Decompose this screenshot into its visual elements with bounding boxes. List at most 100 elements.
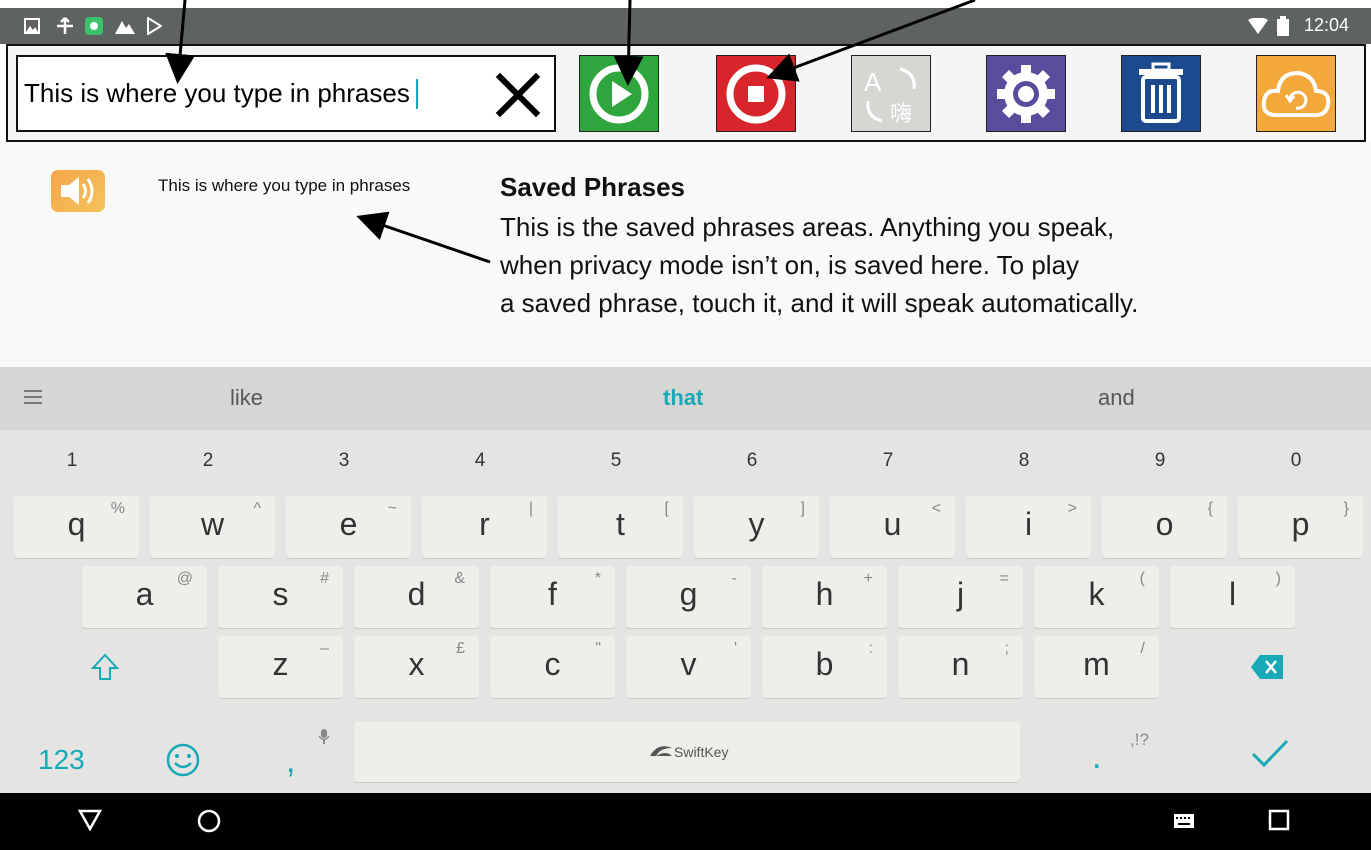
translate-button[interactable]: A 嗨 xyxy=(851,55,931,132)
number-key-8[interactable]: 8 xyxy=(1004,450,1044,472)
key-z[interactable]: z – xyxy=(218,636,343,698)
key-alt-label: } xyxy=(1343,500,1349,517)
keyboard-switch-icon[interactable] xyxy=(1173,813,1195,834)
menu-icon[interactable] xyxy=(24,389,42,410)
space-key[interactable]: SwiftKey xyxy=(354,722,1020,782)
key-p[interactable]: p} xyxy=(1238,496,1363,558)
numbers-key[interactable]: 123 xyxy=(38,744,85,776)
image-icon xyxy=(22,16,42,36)
settings-button[interactable] xyxy=(986,55,1066,132)
key-alt-label: ~ xyxy=(387,500,397,517)
key-label: v xyxy=(680,646,697,682)
suggestion-left[interactable]: like xyxy=(230,385,263,411)
number-key-9[interactable]: 9 xyxy=(1140,450,1180,472)
speaker-icon[interactable] xyxy=(51,170,105,212)
play-button[interactable] xyxy=(579,55,659,132)
text-cursor xyxy=(415,78,418,109)
key-alt-label: / xyxy=(1140,640,1145,657)
number-key-7[interactable]: 7 xyxy=(868,450,908,472)
home-icon[interactable] xyxy=(196,808,222,839)
key-alt-label: ( xyxy=(1139,570,1145,587)
trash-icon xyxy=(1139,62,1183,123)
emoji-icon[interactable] xyxy=(165,742,201,783)
key-b[interactable]: b: xyxy=(762,636,887,698)
saved-phrase-item[interactable]: This is where you type in phrases xyxy=(158,176,410,196)
key-alt-label: : xyxy=(868,640,873,657)
number-key-3[interactable]: 3 xyxy=(324,450,364,472)
nav-bar xyxy=(0,793,1371,850)
key-j[interactable]: j = xyxy=(898,566,1023,628)
key-k[interactable]: k( xyxy=(1034,566,1159,628)
backspace-icon xyxy=(1251,655,1283,679)
status-time: 12:04 xyxy=(1304,15,1350,35)
key-o[interactable]: o{ xyxy=(1102,496,1227,558)
key-a[interactable]: a @ xyxy=(82,566,207,628)
key-q[interactable]: q% xyxy=(14,496,139,558)
key-w[interactable]: w ^ xyxy=(150,496,275,558)
suggestion-center[interactable]: that xyxy=(663,385,703,411)
key-alt-label: ) xyxy=(1275,570,1281,587)
key-l[interactable]: l) xyxy=(1170,566,1295,628)
key-u[interactable]: u < xyxy=(830,496,955,558)
number-key-0[interactable]: 0 xyxy=(1276,450,1316,472)
stop-button[interactable] xyxy=(716,55,796,132)
delete-button[interactable] xyxy=(1121,55,1201,132)
number-key-2[interactable]: 2 xyxy=(188,450,228,472)
number-key-1[interactable]: 1 xyxy=(52,450,92,472)
key-v[interactable]: v ' xyxy=(626,636,751,698)
enter-key[interactable] xyxy=(1250,738,1290,773)
sync-button[interactable] xyxy=(1256,55,1336,132)
shift-key[interactable] xyxy=(14,636,198,698)
key-c[interactable]: c " xyxy=(490,636,615,698)
key-x[interactable]: x £ xyxy=(354,636,479,698)
punctuation-alt-label: ,!? xyxy=(1130,730,1149,749)
mountain-icon xyxy=(115,16,135,36)
mic-icon[interactable] xyxy=(318,728,330,749)
number-key-4[interactable]: 4 xyxy=(460,450,500,472)
key-alt-label: | xyxy=(528,500,533,517)
checkmark-icon xyxy=(1251,739,1289,768)
phrase-input[interactable]: This is where you type in phrases xyxy=(16,55,556,132)
key-alt-label: # xyxy=(320,570,329,587)
key-e[interactable]: e ~ xyxy=(286,496,411,558)
key-alt-label: * xyxy=(594,570,601,587)
toolbar: This is where you type in phrases A 嗨 xyxy=(6,44,1366,142)
key-alt-label: { xyxy=(1207,500,1213,517)
suggestion-right[interactable]: and xyxy=(1098,385,1135,411)
key-g[interactable]: g- xyxy=(626,566,751,628)
key-alt-label: " xyxy=(595,640,601,657)
key-m[interactable]: m / xyxy=(1034,636,1159,698)
comma-key[interactable]: , xyxy=(286,742,295,781)
key-alt-label: & xyxy=(454,570,465,587)
period-key[interactable]: . xyxy=(1092,738,1101,777)
key-t[interactable]: t[ xyxy=(558,496,683,558)
annotation-line: a saved phrase, touch it, and it will sp… xyxy=(500,288,1139,318)
number-key-6[interactable]: 6 xyxy=(732,450,772,472)
keyboard: 123 , SwiftKey . ,!? 1 2 3 4 5 6 7 8 9 0 q% w ^ e ~ r | t… xyxy=(0,430,1371,793)
key-y[interactable]: y] xyxy=(694,496,819,558)
key-alt-label: > xyxy=(1067,500,1077,517)
clear-icon[interactable] xyxy=(492,67,544,123)
key-alt-label: @ xyxy=(176,570,193,587)
swiftkey-logo-icon xyxy=(650,746,672,756)
annotation-title: Saved Phrases xyxy=(500,172,686,202)
key-f[interactable]: f * xyxy=(490,566,615,628)
annotation-text: This is the saved phrases areas. Anythin… xyxy=(500,208,1360,322)
app-icon xyxy=(84,16,104,36)
key-n[interactable]: n; xyxy=(898,636,1023,698)
number-key-5[interactable]: 5 xyxy=(596,450,636,472)
swiftkey-label: SwiftKey xyxy=(674,744,729,760)
saved-phrases-area: This is where you type in phrases Saved … xyxy=(0,142,1371,367)
key-alt-label: £ xyxy=(456,640,465,657)
transfer-icon xyxy=(55,16,75,36)
key-r[interactable]: r | xyxy=(422,496,547,558)
back-icon[interactable] xyxy=(77,809,103,836)
key-s[interactable]: s # xyxy=(218,566,343,628)
recents-icon[interactable] xyxy=(1268,809,1290,836)
key-h[interactable]: h + xyxy=(762,566,887,628)
key-i[interactable]: i > xyxy=(966,496,1091,558)
translate-glyph-b: 嗨 xyxy=(890,102,912,127)
key-d[interactable]: d & xyxy=(354,566,479,628)
key-alt-label: % xyxy=(110,500,125,517)
backspace-key[interactable] xyxy=(1174,636,1358,698)
